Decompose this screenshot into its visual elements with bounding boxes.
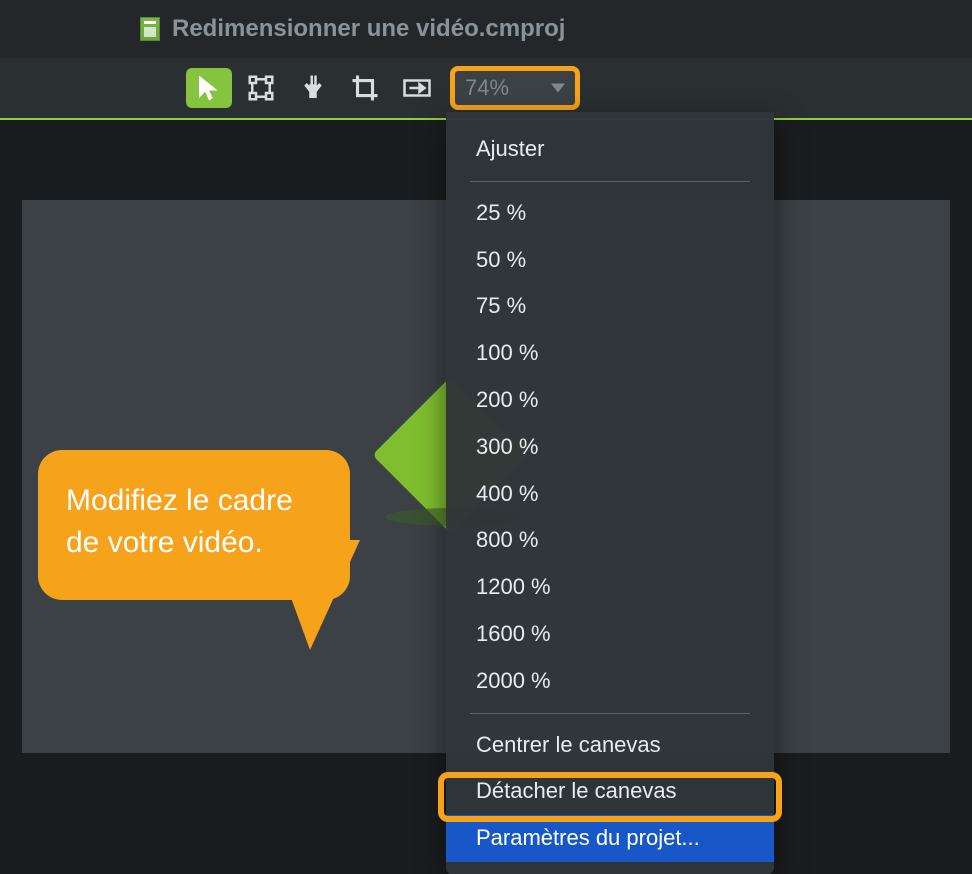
project-settings[interactable]: Paramètres du projet... [446, 815, 774, 862]
zoom-fit[interactable]: Ajuster [446, 126, 774, 173]
detach-canvas[interactable]: Détacher le canevas [446, 768, 774, 815]
zoom-level-200[interactable]: 200 % [446, 377, 774, 424]
menu-separator [470, 181, 750, 182]
zoom-level-25[interactable]: 25 % [446, 190, 774, 237]
menu-separator [470, 713, 750, 714]
project-file-icon [140, 17, 160, 41]
titlebar: Redimensionner une vidéo.cmproj [0, 0, 972, 58]
select-tool[interactable] [186, 68, 232, 108]
window-title: Redimensionner une vidéo.cmproj [172, 15, 565, 43]
zoom-level-2000[interactable]: 2000 % [446, 658, 774, 705]
zoom-level-100[interactable]: 100 % [446, 330, 774, 377]
zoom-menu: Ajuster 25 % 50 % 75 % 100 % 200 % 300 %… [446, 112, 774, 874]
zoom-level-400[interactable]: 400 % [446, 471, 774, 518]
annotation-callout: Modifiez le cadre de votre vidéo. [38, 450, 350, 600]
zoom-level-75[interactable]: 75 % [446, 283, 774, 330]
chevron-down-icon [551, 84, 565, 93]
canvas-toolbar: 74% [0, 58, 972, 120]
center-canvas[interactable]: Centrer le canevas [446, 722, 774, 769]
zoom-level-800[interactable]: 800 % [446, 517, 774, 564]
motion-tool[interactable] [394, 68, 440, 108]
pan-tool[interactable] [290, 68, 336, 108]
zoom-value: 74% [465, 75, 509, 101]
zoom-level-1600[interactable]: 1600 % [446, 611, 774, 658]
zoom-level-50[interactable]: 50 % [446, 237, 774, 284]
callout-text: Modifiez le cadre de votre vidéo. [66, 484, 293, 559]
zoom-dropdown[interactable]: 74% [450, 66, 580, 110]
edit-points-tool[interactable] [238, 68, 284, 108]
zoom-level-1200[interactable]: 1200 % [446, 564, 774, 611]
zoom-level-300[interactable]: 300 % [446, 424, 774, 471]
crop-tool[interactable] [342, 68, 388, 108]
